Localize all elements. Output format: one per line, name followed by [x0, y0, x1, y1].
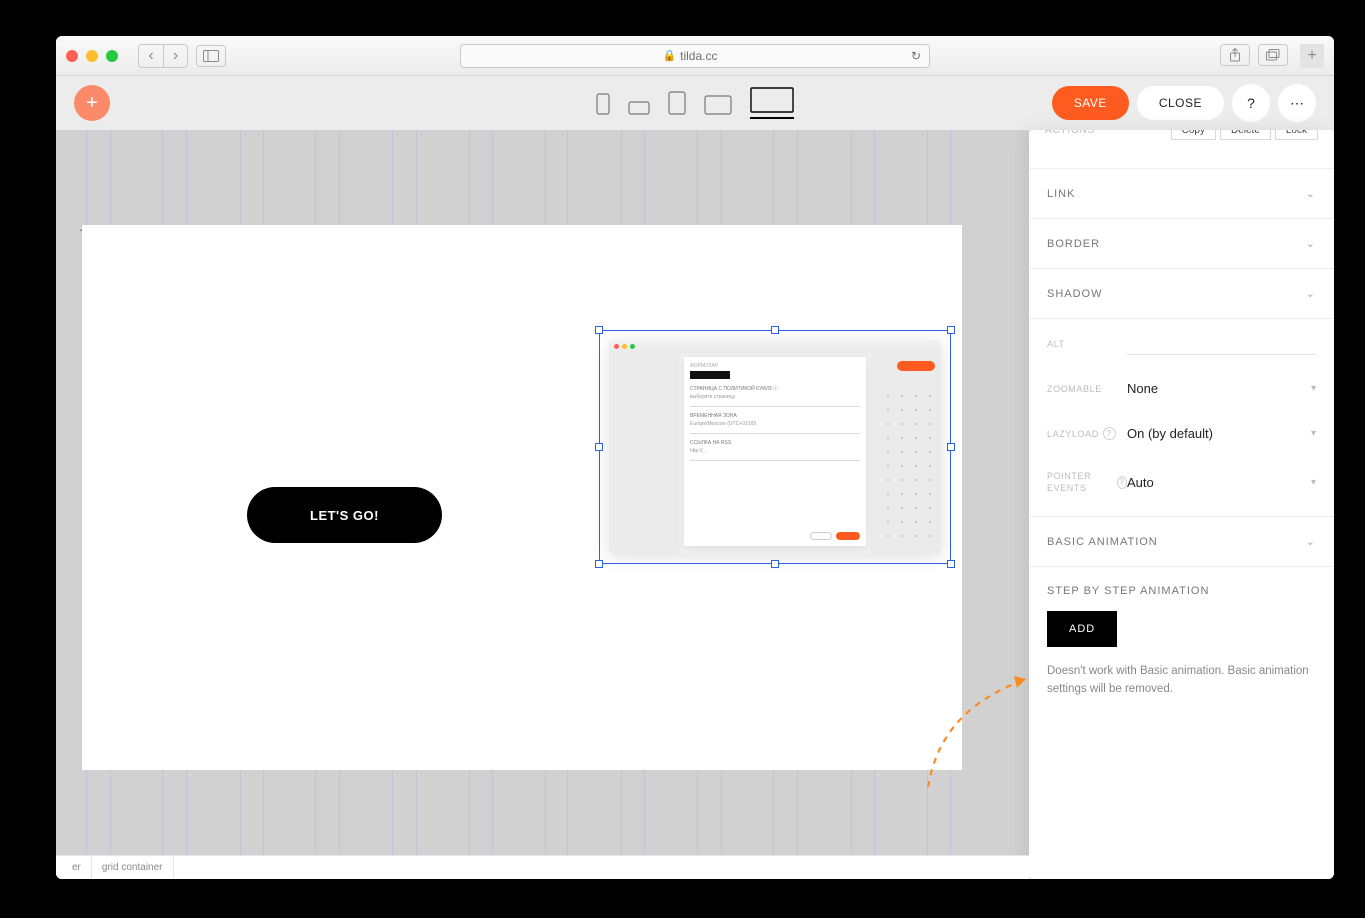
- address-bar[interactable]: 🔒 tilda.cc ↻: [460, 44, 930, 68]
- alt-field: ALT: [1029, 327, 1334, 361]
- add-block-button[interactable]: +: [74, 85, 110, 121]
- more-button[interactable]: ⋯: [1278, 84, 1316, 122]
- section-shadow[interactable]: SHADOW ⌄: [1029, 269, 1334, 318]
- window-zoom-icon[interactable]: [106, 50, 118, 62]
- section-border[interactable]: BORDER ⌄: [1029, 219, 1334, 268]
- selection-outline: [599, 330, 951, 564]
- tabs-button[interactable]: [1258, 44, 1288, 66]
- chevron-down-icon: ⌄: [1306, 535, 1316, 548]
- device-tablet-portrait[interactable]: [668, 91, 686, 119]
- resize-handle-tr[interactable]: [947, 326, 955, 334]
- resize-handle-tl[interactable]: [595, 326, 603, 334]
- nav-back-forward: ‹ ›: [138, 44, 188, 68]
- resize-handle-t[interactable]: [771, 326, 779, 334]
- window-minimize-icon[interactable]: [86, 50, 98, 62]
- delete-button[interactable]: Delete: [1220, 130, 1271, 140]
- step-animation-note: Doesn't work with Basic animation. Basic…: [1029, 653, 1334, 726]
- device-switcher: [596, 87, 794, 119]
- traffic-lights: [66, 50, 118, 62]
- caret-down-icon: ▾: [1311, 477, 1316, 488]
- canvas-background: + LET'S GO! ФОРМУЛАР: [56, 130, 1029, 879]
- reload-icon[interactable]: ↻: [911, 49, 921, 63]
- nav-forward-button[interactable]: ›: [163, 45, 187, 67]
- show-sidebar-button[interactable]: [196, 45, 226, 67]
- status-cell-1: grid container: [92, 856, 174, 879]
- help-icon[interactable]: ?: [1103, 427, 1116, 440]
- pointer-events-field[interactable]: POINTER EVENTS? Auto▾: [1029, 465, 1334, 500]
- alt-input[interactable]: [1127, 333, 1316, 355]
- status-bar: er grid container: [56, 855, 1029, 879]
- zoomable-value: None: [1127, 381, 1158, 396]
- copy-button[interactable]: Copy: [1171, 130, 1216, 140]
- section-step-animation: STEP BY STEP ANIMATION: [1029, 567, 1334, 605]
- help-button[interactable]: ?: [1232, 84, 1270, 122]
- lock-icon: 🔒: [662, 49, 676, 62]
- canvas-workspace[interactable]: + LET'S GO! ФОРМУЛАР: [56, 130, 1029, 879]
- device-phone-landscape[interactable]: [628, 101, 650, 119]
- topbar-actions: SAVE CLOSE ? ⋯: [1052, 84, 1316, 122]
- add-step-animation-button[interactable]: ADD: [1047, 611, 1117, 647]
- actions-row: ACTIONS Copy Delete Lock: [1029, 130, 1334, 144]
- properties-panel: ACTIONS Copy Delete Lock LINK ⌄ BORDER: [1029, 130, 1334, 879]
- device-tablet-landscape[interactable]: [704, 95, 732, 119]
- browser-right-controls: +: [1220, 44, 1324, 68]
- chevron-down-icon: ⌄: [1306, 287, 1316, 300]
- section-link[interactable]: LINK ⌄: [1029, 169, 1334, 218]
- window-close-icon[interactable]: [66, 50, 78, 62]
- browser-window: ‹ › 🔒 tilda.cc ↻ + +: [56, 36, 1334, 879]
- new-tab-button[interactable]: +: [1300, 44, 1324, 68]
- editor-app: + SAVE CLOSE ? ⋯: [56, 76, 1334, 879]
- device-desktop[interactable]: [750, 87, 794, 119]
- resize-handle-bl[interactable]: [595, 560, 603, 568]
- device-phone[interactable]: [596, 93, 610, 119]
- selected-element[interactable]: ФОРМУЛАР СТРАНИЦА С ПОЛИТИКОЙ КУКИЗ ⓘ вы…: [599, 330, 951, 564]
- zoomable-field[interactable]: ZOOMABLE None▾: [1029, 375, 1334, 402]
- save-button[interactable]: SAVE: [1052, 86, 1129, 120]
- resize-handle-l[interactable]: [595, 443, 603, 451]
- status-cell-0: er: [62, 856, 92, 879]
- caret-down-icon: ▾: [1311, 383, 1316, 394]
- section-basic-animation[interactable]: BASIC ANIMATION ⌄: [1029, 517, 1334, 566]
- resize-handle-br[interactable]: [947, 560, 955, 568]
- window-title-bar: ‹ › 🔒 tilda.cc ↻ +: [56, 36, 1334, 76]
- help-icon[interactable]: ?: [1117, 476, 1127, 489]
- chevron-down-icon: ⌄: [1306, 187, 1316, 200]
- actions-label: ACTIONS: [1045, 130, 1125, 136]
- lock-button[interactable]: Lock: [1275, 130, 1318, 140]
- lazyload-value: On (by default): [1127, 426, 1213, 441]
- close-button[interactable]: CLOSE: [1137, 86, 1224, 120]
- chevron-down-icon: ⌄: [1306, 237, 1316, 250]
- resize-handle-r[interactable]: [947, 443, 955, 451]
- share-button[interactable]: [1220, 44, 1250, 66]
- editor-topbar: + SAVE CLOSE ? ⋯: [56, 76, 1334, 130]
- lets-go-button[interactable]: LET'S GO!: [247, 487, 442, 543]
- pointer-events-value: Auto: [1127, 475, 1154, 490]
- nav-back-button[interactable]: ‹: [139, 45, 163, 67]
- lazyload-field[interactable]: LAZYLOAD? On (by default)▾: [1029, 420, 1334, 447]
- resize-handle-b[interactable]: [771, 560, 779, 568]
- url-host: tilda.cc: [680, 49, 717, 63]
- caret-down-icon: ▾: [1311, 428, 1316, 439]
